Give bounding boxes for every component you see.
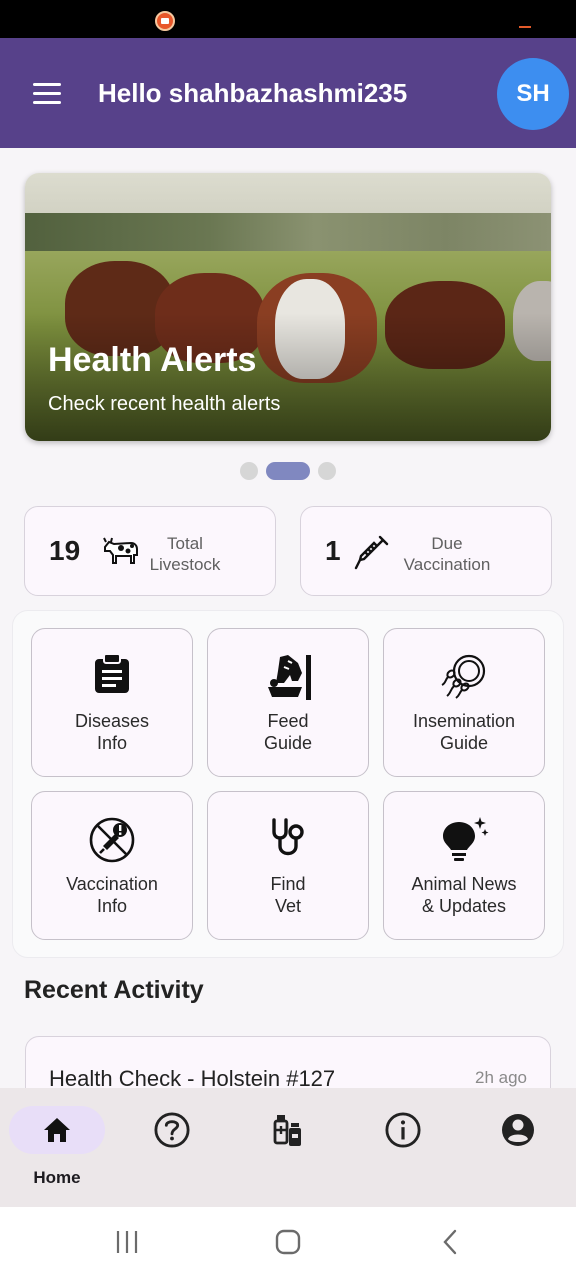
recent-activity-heading: Recent Activity	[24, 976, 204, 1004]
total-livestock-card[interactable]: 19 Total Livestock	[24, 506, 276, 596]
banner-title: Health Alerts	[48, 341, 257, 379]
screen-record-icon	[155, 11, 175, 31]
vaccination-info-tile[interactable]: Vaccination Info	[31, 791, 193, 940]
tile-label: Animal News & Updates	[411, 874, 517, 916]
tile-label: Vaccination Info	[66, 874, 158, 916]
syringe-icon	[354, 535, 389, 570]
status-indicator	[519, 26, 531, 28]
status-bar	[0, 0, 576, 38]
nav-account[interactable]	[470, 1106, 566, 1196]
carousel-dot[interactable]	[318, 462, 336, 480]
carousel-dot[interactable]	[240, 462, 258, 480]
carousel-indicator	[240, 462, 336, 480]
system-navigation-bar	[0, 1207, 576, 1280]
back-icon[interactable]	[440, 1229, 460, 1255]
features-grid: Diseases Info Feed Guide Insemination Gu…	[12, 610, 564, 958]
animal-news-tile[interactable]: Animal News & Updates	[383, 791, 545, 940]
nav-home[interactable]: Home	[9, 1106, 105, 1196]
nav-vaccines[interactable]	[240, 1106, 336, 1196]
total-livestock-label: Total Livestock	[149, 534, 221, 574]
home-button-icon[interactable]	[275, 1229, 301, 1255]
nav-info[interactable]	[355, 1106, 451, 1196]
app-bar: Hello shahbazhashmi235 SH	[0, 38, 576, 148]
greeting-title: Hello shahbazhashmi235	[98, 78, 408, 108]
account-icon	[502, 1114, 534, 1146]
total-livestock-count: 19	[49, 535, 81, 566]
avatar[interactable]: SH	[497, 58, 569, 130]
tile-label: Insemination Guide	[412, 711, 516, 753]
lightbulb-icon	[443, 817, 489, 861]
tile-label: Feed Guide	[263, 711, 313, 753]
tile-label: Diseases Info	[74, 711, 150, 753]
stethoscope-icon	[272, 818, 304, 856]
due-vaccination-label: Due Vaccination	[403, 534, 491, 574]
vaccine-vials-icon	[273, 1115, 301, 1146]
diseases-info-tile[interactable]: Diseases Info	[31, 628, 193, 777]
tile-label: Find Vet	[270, 874, 306, 916]
due-vaccination-count: 1	[325, 535, 341, 566]
menu-icon[interactable]	[33, 83, 61, 105]
feed-guide-tile[interactable]: Feed Guide	[207, 628, 369, 777]
bottom-navigation: Home	[0, 1088, 576, 1207]
clipboard-icon	[95, 653, 129, 693]
carousel-dot-active[interactable]	[266, 462, 310, 480]
info-icon	[385, 1112, 421, 1148]
help-icon	[154, 1112, 190, 1148]
feeding-icon	[268, 655, 311, 700]
home-icon	[44, 1118, 70, 1142]
activity-time: 2h ago	[475, 1068, 527, 1087]
find-vet-tile[interactable]: Find Vet	[207, 791, 369, 940]
recent-apps-icon[interactable]	[114, 1229, 140, 1255]
nav-home-label: Home	[33, 1168, 81, 1187]
due-vaccination-card[interactable]: 1 Due Vaccination	[300, 506, 552, 596]
sperm-cell-icon	[441, 654, 486, 699]
banner-subtitle: Check recent health alerts	[48, 393, 281, 415]
health-alerts-banner[interactable]: Health Alerts Check recent health alerts	[25, 173, 551, 441]
insemination-guide-tile[interactable]: Insemination Guide	[383, 628, 545, 777]
vaccine-alert-icon	[89, 817, 135, 863]
nav-help[interactable]	[124, 1106, 220, 1196]
